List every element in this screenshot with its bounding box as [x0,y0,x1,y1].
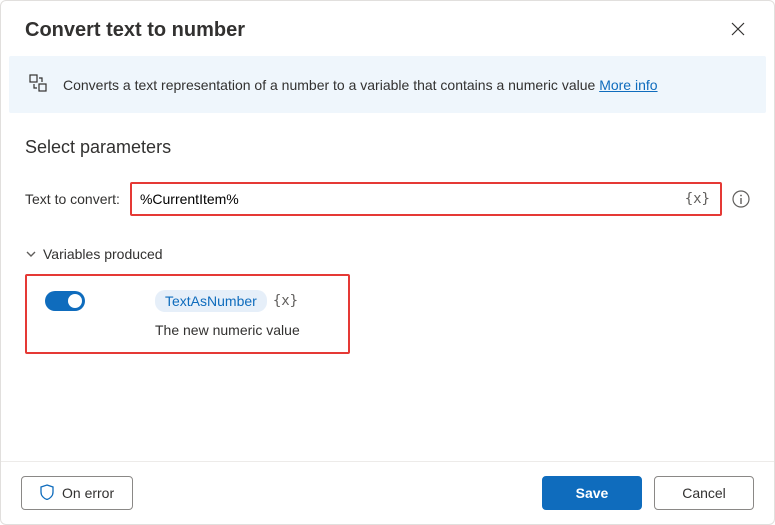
save-label: Save [576,485,609,501]
on-error-button[interactable]: On error [21,476,133,510]
variable-name[interactable]: TextAsNumber [155,290,267,312]
more-info-link[interactable]: More info [599,77,657,93]
dialog: Convert text to number Converts a text r… [0,0,775,525]
content-area: Select parameters Text to convert: {x} V… [1,113,774,461]
cancel-label: Cancel [682,485,726,501]
shield-icon [40,484,54,503]
close-button[interactable] [726,17,750,44]
save-button[interactable]: Save [542,476,642,510]
variables-produced-header[interactable]: Variables produced [25,246,750,262]
toggle-knob [68,294,82,308]
variable-toggle[interactable] [45,291,85,311]
variable-description: The new numeric value [155,322,330,338]
variables-produced-label: Variables produced [43,246,163,262]
banner-text: Converts a text representation of a numb… [63,77,599,93]
dialog-title: Convert text to number [25,19,245,42]
help-icon[interactable] [732,190,750,208]
dialog-footer: On error Save Cancel [1,461,774,524]
dialog-header: Convert text to number [1,1,774,56]
variable-row: TextAsNumber {x} [45,290,330,312]
on-error-label: On error [62,485,114,501]
chevron-down-icon [25,248,37,260]
variables-produced-box: TextAsNumber {x} The new numeric value [25,274,350,354]
variable-picker-icon[interactable]: {x} [681,189,714,209]
text-to-convert-input-group: {x} [130,182,722,216]
param-label: Text to convert: [25,191,120,207]
close-icon [730,21,746,40]
cancel-button[interactable]: Cancel [654,476,754,510]
convert-text-icon [29,74,47,95]
section-title: Select parameters [25,137,750,158]
param-text-to-convert: Text to convert: {x} [25,182,750,216]
variable-type-icon: {x} [273,293,298,309]
text-to-convert-input[interactable] [140,191,681,207]
footer-right: Save Cancel [542,476,754,510]
variable-name-wrap: TextAsNumber {x} [155,290,298,312]
info-banner: Converts a text representation of a numb… [9,56,766,113]
banner-text-wrap: Converts a text representation of a numb… [63,77,658,93]
